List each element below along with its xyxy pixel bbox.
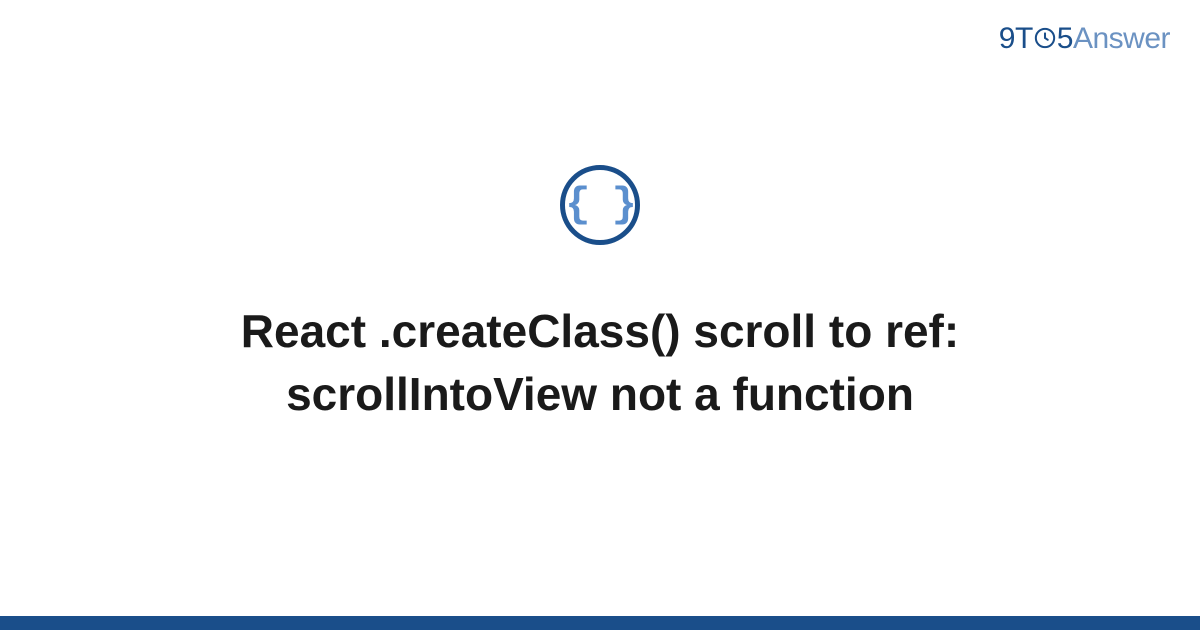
bottom-accent-bar	[0, 616, 1200, 630]
main-content: { } React .createClass() scroll to ref: …	[0, 0, 1200, 630]
topic-icon-circle: { }	[560, 165, 640, 245]
code-braces-icon: { }	[565, 184, 635, 226]
question-title: React .createClass() scroll to ref: scro…	[100, 300, 1100, 424]
